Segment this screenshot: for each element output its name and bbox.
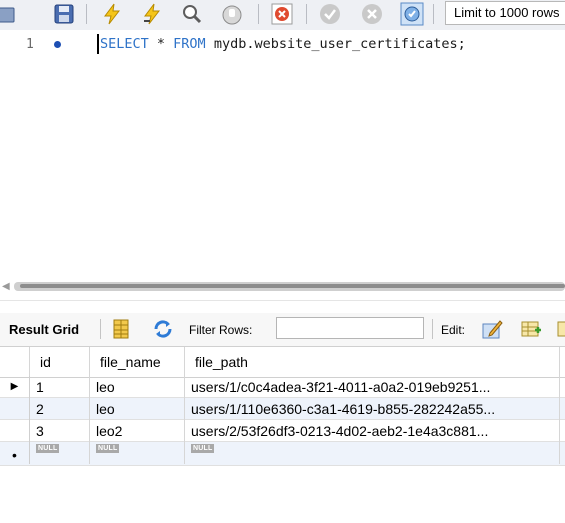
editor-horizontal-scrollbar[interactable]: ◀ (0, 276, 565, 298)
table-row[interactable]: 2 leo users/1/110e6360-c3a1-4619-b855-28… (0, 398, 565, 420)
autocommit-icon[interactable] (400, 2, 424, 26)
rollback-icon[interactable] (360, 2, 384, 26)
current-row-marker-icon[interactable]: ▶ (0, 376, 30, 398)
panel-divider[interactable] (0, 300, 565, 301)
result-grid-label[interactable]: Result Grid (9, 322, 79, 337)
null-badge: NULL (36, 444, 60, 453)
sql-table-name: mydb.website_user_certificates; (205, 36, 466, 52)
toggle-error-icon[interactable] (270, 2, 294, 26)
cell-file-name[interactable]: leo (90, 398, 185, 420)
column-header-file-path[interactable]: file_path (185, 347, 560, 377)
row-marker[interactable] (0, 398, 30, 420)
cell-file-name[interactable]: leo2 (90, 420, 185, 442)
cell-file-path[interactable]: users/1/c0c4adea-3f21-4011-a0a2-019eb925… (185, 376, 560, 398)
execute-current-icon[interactable] (140, 2, 164, 26)
filter-rows-label: Filter Rows: (189, 323, 253, 337)
sql-editor[interactable]: 1 SELECT * FROM mydb.website_user_certif… (0, 30, 565, 275)
cell-file-path[interactable]: users/1/110e6360-c3a1-4619-b855-282242a5… (185, 398, 560, 420)
toolbar-separator (306, 4, 307, 24)
cell-id[interactable]: 2 (30, 398, 90, 420)
commit-icon[interactable] (318, 2, 342, 26)
cell-id[interactable]: 3 (30, 420, 90, 442)
insert-row-icon[interactable] (520, 318, 542, 340)
table-row[interactable]: 3 leo2 users/2/53f26df3-0213-4d02-aeb2-1… (0, 420, 565, 442)
explain-icon[interactable] (180, 2, 204, 26)
open-folder-icon[interactable] (0, 2, 16, 26)
result-toolbar: Result Grid Filter Rows: Edit: (0, 313, 565, 346)
grid-layout-icon[interactable] (110, 318, 132, 340)
toolbar-separator (258, 4, 259, 24)
sql-star: * (148, 36, 174, 52)
delete-row-icon[interactable] (556, 318, 565, 340)
refresh-icon[interactable] (152, 318, 174, 340)
sql-keyword-from: FROM (173, 36, 206, 52)
cell-file-name[interactable]: leo (90, 376, 185, 398)
new-row[interactable]: • NULL NULL NULL (0, 442, 565, 466)
line-number: 1 (26, 37, 34, 52)
scroll-left-icon[interactable]: ◀ (2, 281, 10, 292)
grid-header: id file_name file_path (0, 346, 565, 378)
save-icon[interactable] (52, 2, 76, 26)
edit-row-icon[interactable] (481, 318, 503, 340)
cell-file-path[interactable]: users/2/53f26df3-0213-4d02-aeb2-1e4a3c88… (185, 420, 560, 442)
new-row-marker-icon[interactable]: • (0, 442, 30, 464)
cell-file-name[interactable]: NULL (90, 442, 185, 464)
sql-keyword-select: SELECT (100, 36, 149, 52)
query-toolbar: Limit to 1000 rows (0, 0, 565, 31)
column-header-file-name[interactable]: file_name (90, 347, 185, 377)
null-badge: NULL (96, 444, 120, 453)
row-header-corner (0, 347, 30, 377)
sql-statement[interactable]: SELECT * FROM mydb.website_user_certific… (100, 36, 466, 52)
toolbar-separator (433, 4, 434, 24)
table-row[interactable]: ▶ 1 leo users/1/c0c4adea-3f21-4011-a0a2-… (0, 376, 565, 398)
toolbar-separator (86, 4, 87, 24)
scroll-thumb[interactable] (20, 284, 565, 288)
toolbar-separator (100, 319, 101, 339)
text-cursor (97, 34, 99, 54)
edit-label: Edit: (441, 323, 466, 337)
cell-id[interactable]: 1 (30, 376, 90, 398)
row-marker[interactable] (0, 420, 30, 442)
limit-rows-select[interactable]: Limit to 1000 rows (445, 1, 565, 25)
execute-icon[interactable] (100, 2, 124, 26)
statement-marker-icon (54, 41, 61, 48)
filter-rows-input[interactable] (276, 317, 424, 339)
toolbar-separator (432, 319, 433, 339)
column-header-id[interactable]: id (30, 347, 90, 377)
cell-file-path[interactable]: NULL (185, 442, 560, 464)
stop-icon[interactable] (220, 2, 244, 26)
cell-id[interactable]: NULL (30, 442, 90, 464)
null-badge: NULL (191, 444, 215, 453)
